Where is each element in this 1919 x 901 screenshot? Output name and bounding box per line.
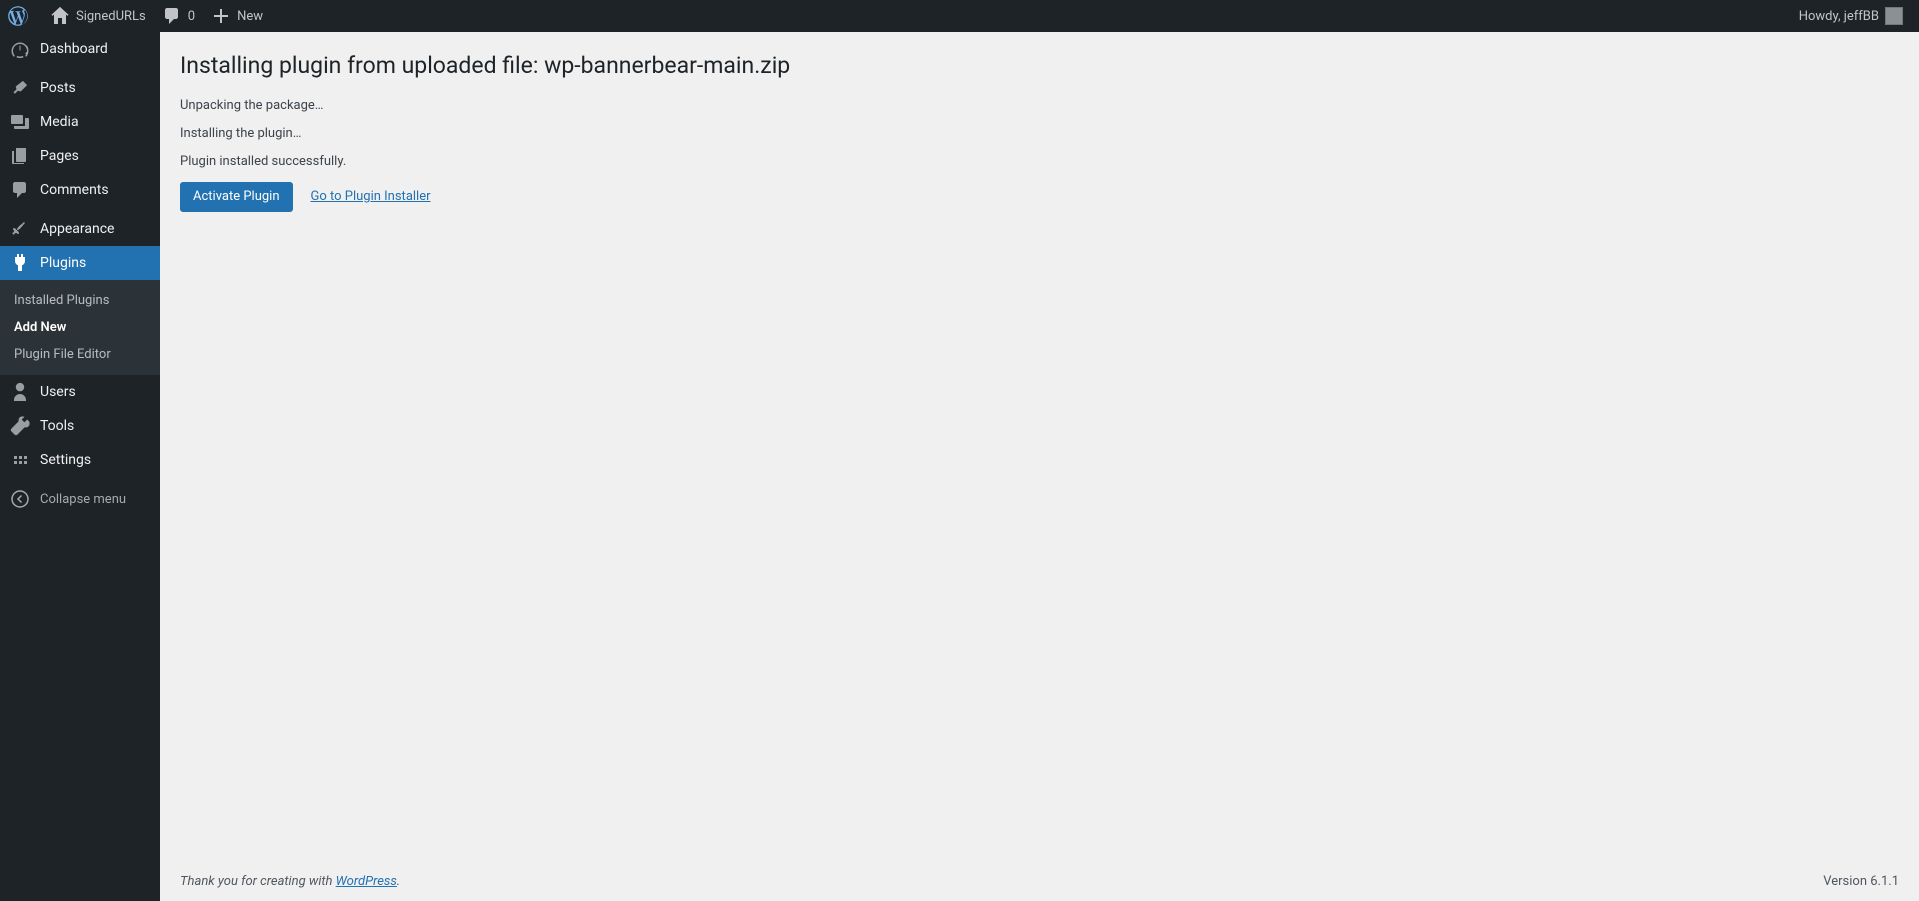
footer-thanks-suffix: .: [397, 874, 400, 889]
admin-footer: Thank you for creating with WordPress. V…: [160, 861, 1919, 901]
site-name-text: SignedURLs: [76, 9, 146, 24]
pin-icon: [10, 78, 30, 98]
footer-wordpress-link[interactable]: WordPress: [336, 874, 397, 889]
page-title: Installing plugin from uploaded file: wp…: [180, 42, 1899, 85]
menu-posts-label: Posts: [40, 80, 76, 96]
new-label: New: [237, 9, 263, 24]
menu-users-label: Users: [40, 384, 76, 400]
menu-appearance-label: Appearance: [40, 221, 114, 237]
submenu-plugin-editor[interactable]: Plugin File Editor: [0, 341, 160, 368]
footer-thanks: Thank you for creating with WordPress.: [180, 874, 400, 889]
menu-dashboard-label: Dashboard: [40, 41, 108, 57]
content-area: Installing plugin from uploaded file: wp…: [160, 32, 1919, 901]
menu-tools[interactable]: Tools: [0, 409, 160, 443]
topbar-left: SignedURLs 0 New: [0, 0, 271, 32]
menu-settings-label: Settings: [40, 452, 91, 468]
menu-media-label: Media: [40, 114, 79, 130]
new-content-link[interactable]: New: [203, 0, 271, 32]
menu-appearance[interactable]: Appearance: [0, 212, 160, 246]
dashboard-icon: [10, 39, 30, 59]
wp-logo-menu[interactable]: [0, 0, 42, 32]
status-installing: Installing the plugin…: [180, 126, 1899, 141]
menu-pages[interactable]: Pages: [0, 139, 160, 173]
my-account-link[interactable]: Howdy, jeffBB: [1791, 0, 1911, 32]
topbar-right: Howdy, jeffBB: [1791, 0, 1919, 32]
footer-version: Version 6.1.1: [1823, 874, 1899, 889]
action-row: Activate Plugin Go to Plugin Installer: [180, 182, 1899, 212]
plugins-submenu: Installed Plugins Add New Plugin File Ed…: [0, 280, 160, 375]
media-icon: [10, 112, 30, 132]
home-icon: [50, 6, 70, 26]
collapse-menu[interactable]: Collapse menu: [0, 482, 160, 516]
avatar-icon: [1885, 7, 1903, 25]
menu-settings[interactable]: Settings: [0, 443, 160, 477]
user-icon: [10, 382, 30, 402]
go-to-plugin-installer-link[interactable]: Go to Plugin Installer: [310, 189, 430, 204]
status-success: Plugin installed successfully.: [180, 154, 1899, 169]
menu-comments-label: Comments: [40, 182, 109, 198]
comment-icon: [10, 180, 30, 200]
menu-tools-label: Tools: [40, 418, 74, 434]
activate-plugin-button[interactable]: Activate Plugin: [180, 182, 293, 212]
page-icon: [10, 146, 30, 166]
settings-icon: [10, 450, 30, 470]
comments-count: 0: [188, 9, 195, 24]
menu-posts[interactable]: Posts: [0, 71, 160, 105]
status-unpacking: Unpacking the package…: [180, 98, 1899, 113]
menu-media[interactable]: Media: [0, 105, 160, 139]
submenu-add-new[interactable]: Add New: [0, 314, 160, 341]
admin-sidebar: Dashboard Posts Media Pages Comments App…: [0, 32, 160, 901]
submenu-installed-plugins[interactable]: Installed Plugins: [0, 287, 160, 314]
brush-icon: [10, 219, 30, 239]
menu-users[interactable]: Users: [0, 375, 160, 409]
content-inner: Installing plugin from uploaded file: wp…: [160, 32, 1919, 212]
comments-link[interactable]: 0: [154, 0, 203, 32]
menu-plugins[interactable]: Plugins: [0, 246, 160, 280]
menu-pages-label: Pages: [40, 148, 79, 164]
menu-comments[interactable]: Comments: [0, 173, 160, 207]
howdy-text: Howdy, jeffBB: [1799, 9, 1879, 24]
collapse-label: Collapse menu: [40, 492, 126, 507]
plus-icon: [211, 6, 231, 26]
wrench-icon: [10, 416, 30, 436]
menu-dashboard[interactable]: Dashboard: [0, 32, 160, 66]
comment-icon: [162, 6, 182, 26]
site-name-link[interactable]: SignedURLs: [42, 0, 154, 32]
collapse-icon: [10, 489, 30, 509]
admin-topbar: SignedURLs 0 New Howdy, jeffBB: [0, 0, 1919, 32]
menu-plugins-label: Plugins: [40, 255, 86, 271]
wordpress-logo-icon: [8, 6, 28, 26]
footer-thanks-prefix: Thank you for creating with: [180, 874, 336, 889]
plugin-icon: [10, 253, 30, 273]
